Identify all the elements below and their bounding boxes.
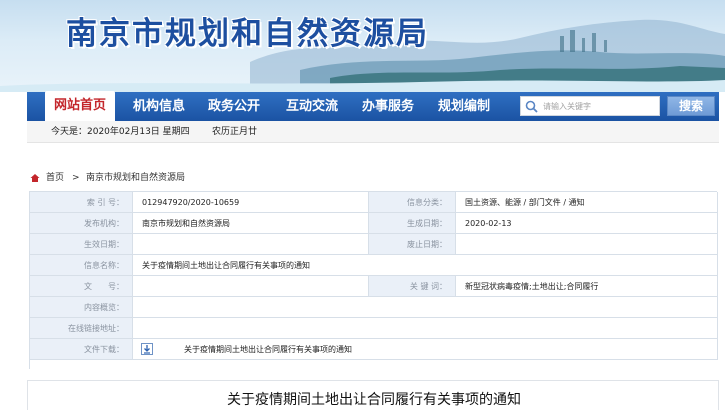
created-date-value: 2020-02-13 [456,213,718,234]
download-icon[interactable] [141,343,153,355]
search-icon [525,100,538,113]
search-input[interactable] [543,98,657,114]
info-name-label: 信息名称： [30,255,133,276]
search-box [520,96,660,116]
issuer-value: 南京市规划和自然资源局 [133,213,369,234]
created-date-label: 生成日期： [369,213,456,234]
doc-no-value [133,276,369,297]
breadcrumb-separator: > [72,173,80,183]
table-row: 索 引 号： 012947920/2020-10659 信息分类： 国土资源、能… [30,192,718,213]
breadcrumb-current[interactable]: 南京市规划和自然资源局 [86,171,185,185]
keywords-value: 新型冠状病毒疫情;土地出让;合同履行 [456,276,718,297]
download-link[interactable]: 关于疫情期间土地出让合同履行有关事项的通知 [184,339,352,359]
today-date: 今天是：2020年02月13日 星期四 [51,127,190,137]
download-label: 文件下载： [30,339,133,360]
table-row: 文件下载： 关于疫情期间土地出让合同履行有关事项的通知 [30,339,718,360]
expire-date-value [456,234,718,255]
table-row: 内容概览： [30,297,718,318]
keywords-label: 关 键 词： [369,276,456,297]
article-header: 关于疫情期间土地出让合同履行有关事项的通知 [27,380,719,410]
download-cell: 关于疫情期间土地出让合同履行有关事项的通知 [133,339,718,360]
category-value: 国土资源、能源 / 部门文件 / 通知 [456,192,718,213]
table-row: 文 号： 关 键 词： 新型冠状病毒疫情;土地出让;合同履行 [30,276,718,297]
index-no-label: 索 引 号： [30,192,133,213]
main-nav: 网站首页 机构信息 政务公开 互动交流 办事服务 规划编制 搜索 [27,91,719,121]
summary-label: 内容概览： [30,297,133,318]
info-name-value: 关于疫情期间土地出让合同履行有关事项的通知 [133,255,718,276]
site-title: 南京市规划和自然资源局 [66,16,429,52]
summary-value [133,297,718,318]
effective-date-label: 生效日期： [30,234,133,255]
online-link-value [133,318,718,339]
article-title: 关于疫情期间土地出让合同履行有关事项的通知 [227,392,521,408]
lunar-date: 农历正月廿 [212,127,258,137]
nav-item-home[interactable]: 网站首页 [45,91,115,121]
nav-item-services[interactable]: 办事服务 [351,92,425,121]
effective-date-value [133,234,369,255]
nav-item-government-affairs[interactable]: 政务公开 [197,92,271,121]
header-banner: 南京市规划和自然资源局 [0,0,725,92]
table-row: 生效日期： 废止日期： [30,234,718,255]
table-row: 信息名称： 关于疫情期间土地出让合同履行有关事项的通知 [30,255,718,276]
category-label: 信息分类： [369,192,456,213]
online-link-label: 在线链接地址： [30,318,133,339]
search-button[interactable]: 搜索 [667,96,715,116]
date-bar: 今天是：2020年02月13日 星期四 农历正月廿 [27,121,719,143]
home-icon [30,174,40,182]
breadcrumb-home[interactable]: 首页 [46,171,64,185]
issuer-label: 发布机构： [30,213,133,234]
table-row: 在线链接地址： [30,318,718,339]
index-no-value: 012947920/2020-10659 [133,192,369,213]
expire-date-label: 废止日期： [369,234,456,255]
table-row: 发布机构： 南京市规划和自然资源局 生成日期： 2020-02-13 [30,213,718,234]
nav-item-planning[interactable]: 规划编制 [427,92,501,121]
nav-item-interaction[interactable]: 互动交流 [275,92,349,121]
doc-no-label: 文 号： [30,276,133,297]
nav-item-organization[interactable]: 机构信息 [122,92,196,121]
document-info-table: 索 引 号： 012947920/2020-10659 信息分类： 国土资源、能… [29,191,718,369]
